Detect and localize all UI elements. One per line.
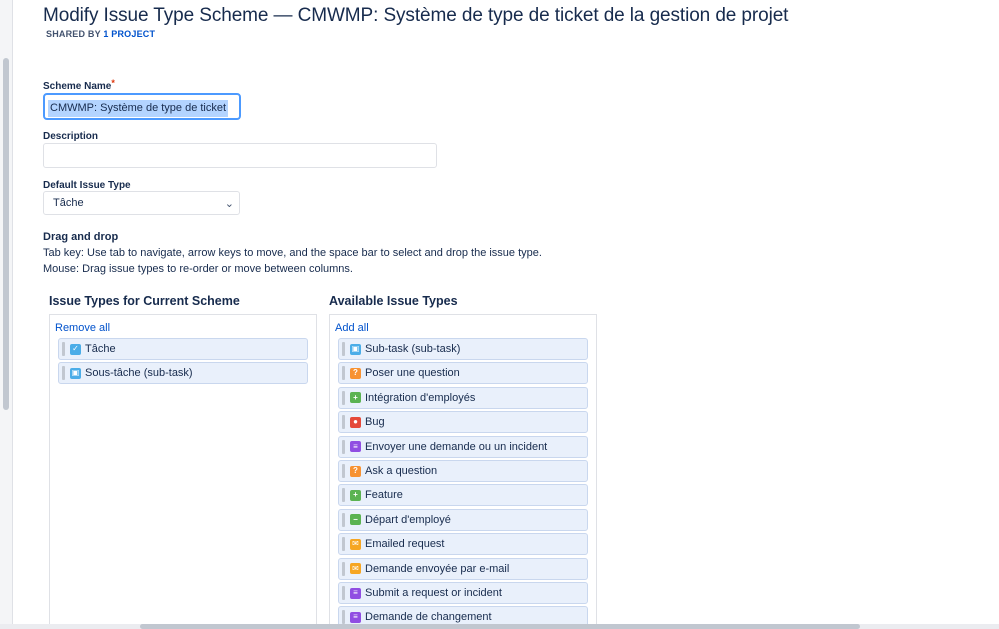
- issue-type-item[interactable]: − Départ d'employé: [338, 508, 588, 531]
- drag-handle-icon[interactable]: [342, 488, 345, 503]
- issue-type-item[interactable]: ▣ Sub-task (sub-task): [338, 338, 588, 360]
- drag-handle-icon[interactable]: [342, 512, 345, 527]
- chevron-down-icon: ⌄: [224, 198, 234, 210]
- plus-icon: +: [350, 489, 361, 501]
- scheme-name-label-text: Scheme Name: [43, 81, 112, 92]
- drag-handle-icon[interactable]: [342, 439, 345, 454]
- issue-type-item[interactable]: ✉ Demande envoyée par e-mail: [338, 557, 588, 580]
- page-scrollbar[interactable]: [0, 0, 13, 629]
- horizontal-scrollbar[interactable]: [0, 624, 999, 629]
- issue-type-item[interactable]: ≡ Envoyer une demande ou un incident: [338, 435, 588, 458]
- scheme-name-label: Scheme Name*: [43, 78, 115, 92]
- keyboard-help-text: Tab key: Use tab to navigate, arrow keys…: [43, 247, 542, 259]
- issue-type-item[interactable]: + Intégration d'employés: [338, 386, 588, 409]
- plus-icon: +: [350, 392, 361, 404]
- issue-type-label: Sub-task (sub-task): [365, 343, 461, 355]
- drag-handle-icon[interactable]: [342, 342, 345, 356]
- lines-icon: ≡: [350, 441, 361, 453]
- issue-type-label: Submit a request or incident: [365, 587, 502, 599]
- current-scheme-column[interactable]: Remove all ✓ Tâche ▣ Sous-tâche (sub-task): [49, 314, 317, 629]
- task-checkbox-icon: ✓: [70, 343, 81, 355]
- drag-handle-icon[interactable]: [342, 537, 345, 552]
- issue-type-label: Sous-tâche (sub-task): [85, 367, 193, 380]
- available-types-column[interactable]: Add all ▣ Sub-task (sub-task)? Poser une q…: [329, 314, 597, 629]
- drag-handle-icon[interactable]: [62, 366, 65, 381]
- lines-icon: ≡: [350, 611, 361, 623]
- default-issue-type-label: Default Issue Type: [43, 180, 131, 191]
- issue-type-item[interactable]: ▣ Sous-tâche (sub-task): [58, 362, 308, 385]
- scrollbar-thumb[interactable]: [3, 58, 9, 410]
- drag-handle-icon[interactable]: [342, 366, 345, 381]
- issue-type-item[interactable]: ✓ Tâche: [58, 338, 308, 360]
- lines-icon: ≡: [350, 587, 361, 599]
- issue-type-label: Feature: [365, 489, 403, 502]
- subtask-icon: ▣: [70, 367, 81, 379]
- minus-icon: −: [350, 514, 361, 526]
- drag-drop-title: Drag and drop: [43, 231, 119, 243]
- description-input[interactable]: [43, 143, 437, 168]
- issue-type-item[interactable]: + Feature: [338, 484, 588, 507]
- issue-type-item[interactable]: ≡ Submit a request or incident: [338, 582, 588, 604]
- issue-type-label: Emailed request: [365, 538, 445, 551]
- subtask-icon: ▣: [350, 343, 361, 355]
- issue-type-item[interactable]: ? Ask a question: [338, 460, 588, 482]
- drag-handle-icon[interactable]: [342, 586, 345, 600]
- drag-handle-icon[interactable]: [342, 390, 345, 405]
- mouse-help-text: Mouse: Drag issue types to re-order or m…: [43, 263, 353, 275]
- envelope-icon: ✉: [350, 563, 361, 575]
- issue-type-label: Bug: [365, 416, 385, 429]
- drag-handle-icon[interactable]: [342, 610, 345, 625]
- default-issue-type-select[interactable]: Tâche ⌄: [43, 191, 240, 215]
- issue-type-item[interactable]: ? Poser une question: [338, 362, 588, 385]
- current-scheme-title: Issue Types for Current Scheme: [49, 294, 240, 308]
- issue-type-label: Tâche: [85, 343, 116, 355]
- drag-handle-icon[interactable]: [342, 464, 345, 478]
- drag-handle-icon[interactable]: [342, 415, 345, 430]
- description-label: Description: [43, 131, 99, 142]
- issue-type-label: Départ d'employé: [365, 513, 451, 526]
- issue-type-label: Demande de changement: [365, 611, 492, 624]
- add-all-link[interactable]: Add all: [335, 322, 369, 334]
- issue-type-item[interactable]: ✉ Emailed request: [338, 533, 588, 556]
- scrollbar-thumb[interactable]: [140, 624, 860, 629]
- bug-icon: ●: [350, 416, 361, 428]
- shared-by-label: SHARED BY: [46, 29, 101, 39]
- envelope-icon: ✉: [350, 538, 361, 550]
- required-asterisk: *: [111, 78, 115, 88]
- shared-by-badge: SHARED BY 1 PROJECT: [46, 29, 156, 39]
- issue-type-label: Ask a question: [365, 465, 438, 477]
- issue-type-label: Intégration d'employés: [365, 391, 476, 404]
- remove-all-link[interactable]: Remove all: [55, 322, 110, 334]
- drag-handle-icon[interactable]: [342, 561, 345, 576]
- available-types-title: Available Issue Types: [329, 294, 458, 308]
- issue-type-label: Poser une question: [365, 367, 460, 380]
- issue-type-label: Demande envoyée par e-mail: [365, 562, 510, 575]
- scheme-name-input[interactable]: CMWMP: Système de type de ticket: [43, 93, 241, 120]
- question-icon: ?: [350, 465, 361, 477]
- page-title: Modify Issue Type Scheme — CMWMP: Systèm…: [43, 5, 789, 26]
- issue-type-label: Envoyer une demande ou un incident: [365, 440, 548, 453]
- default-issue-type-value: Tâche: [53, 197, 84, 209]
- drag-handle-icon[interactable]: [62, 342, 65, 356]
- scheme-name-value: CMWMP: Système de type de ticket: [48, 100, 229, 117]
- question-icon: ?: [350, 367, 361, 379]
- shared-by-projects-link[interactable]: 1 PROJECT: [103, 29, 155, 39]
- issue-type-item[interactable]: ● Bug: [338, 411, 588, 434]
